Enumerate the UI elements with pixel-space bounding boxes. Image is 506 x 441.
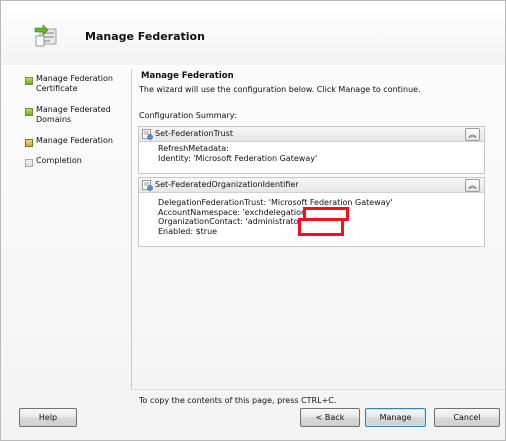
collapse-button[interactable]: ︽: [465, 128, 480, 141]
panel-set-federationtrust: Set-FederationTrust ︽ RefreshMetadata: I…: [138, 126, 485, 174]
step-label: Manage Federated Domains: [36, 105, 111, 124]
step-pending-icon: [25, 159, 33, 167]
wizard-title: Manage Federation: [85, 30, 205, 43]
step-label: Completion: [36, 156, 82, 165]
footer-divider: [131, 389, 505, 390]
cancel-button[interactable]: Cancel: [434, 408, 500, 427]
step-label: Manage Federation Certificate: [36, 74, 113, 93]
step-manage-federation-certificate[interactable]: Manage Federation Certificate: [25, 74, 124, 94]
double-chevron-up-icon: ︽: [468, 181, 477, 190]
steps-divider: [131, 69, 132, 389]
cancel-button-label: Cancel: [453, 413, 481, 422]
cmdlet-icon: [142, 129, 153, 140]
manage-button[interactable]: Manage: [365, 408, 426, 427]
step-current-icon: [25, 139, 33, 147]
panel-line: Identity: 'Microsoft Federation Gateway': [158, 153, 318, 163]
wizard-header: Manage Federation: [1, 1, 505, 65]
summary-label: Configuration Summary:: [139, 111, 237, 120]
back-button-label: < Back: [315, 413, 345, 422]
step-manage-federated-domains[interactable]: Manage Federated Domains: [25, 105, 124, 125]
step-label: Manage Federation: [36, 136, 113, 145]
wizard-window: Manage Federation Manage Federation Cert…: [0, 0, 506, 441]
step-completion[interactable]: Completion: [25, 156, 124, 167]
wizard-steps: Manage Federation Certificate Manage Fed…: [1, 65, 131, 390]
page-description: The wizard will use the configuration be…: [139, 85, 421, 94]
double-chevron-up-icon: ︽: [468, 130, 477, 139]
wizard-federation-icon: [34, 24, 57, 47]
wizard-content: Manage Federation The wizard will use th…: [138, 69, 492, 389]
panel-header[interactable]: Set-FederationTrust ︽: [139, 127, 484, 142]
panel-header[interactable]: Set-FederatedOrganizationIdentifier ︽: [139, 178, 484, 193]
panel-body: RefreshMetadata: Identity: 'Microsoft Fe…: [139, 142, 484, 166]
panel-line: RefreshMetadata:: [158, 144, 229, 153]
page-title: Manage Federation: [141, 71, 234, 81]
cmdlet-icon: [142, 180, 153, 191]
redaction-box: [298, 218, 344, 236]
panel-title: Set-FederatedOrganizationIdentifier: [155, 180, 299, 189]
back-button[interactable]: < Back: [300, 408, 360, 427]
copy-hint: To copy the contents of this page, press…: [139, 396, 337, 405]
help-button[interactable]: Help: [19, 408, 77, 427]
help-button-label: Help: [38, 413, 58, 422]
step-manage-federation[interactable]: Manage Federation: [25, 136, 124, 147]
step-complete-icon: [25, 108, 33, 116]
panel-title: Set-FederationTrust: [155, 129, 233, 138]
step-complete-icon: [25, 77, 33, 85]
manage-button-label: Manage: [379, 413, 412, 422]
collapse-button[interactable]: ︽: [465, 179, 480, 192]
